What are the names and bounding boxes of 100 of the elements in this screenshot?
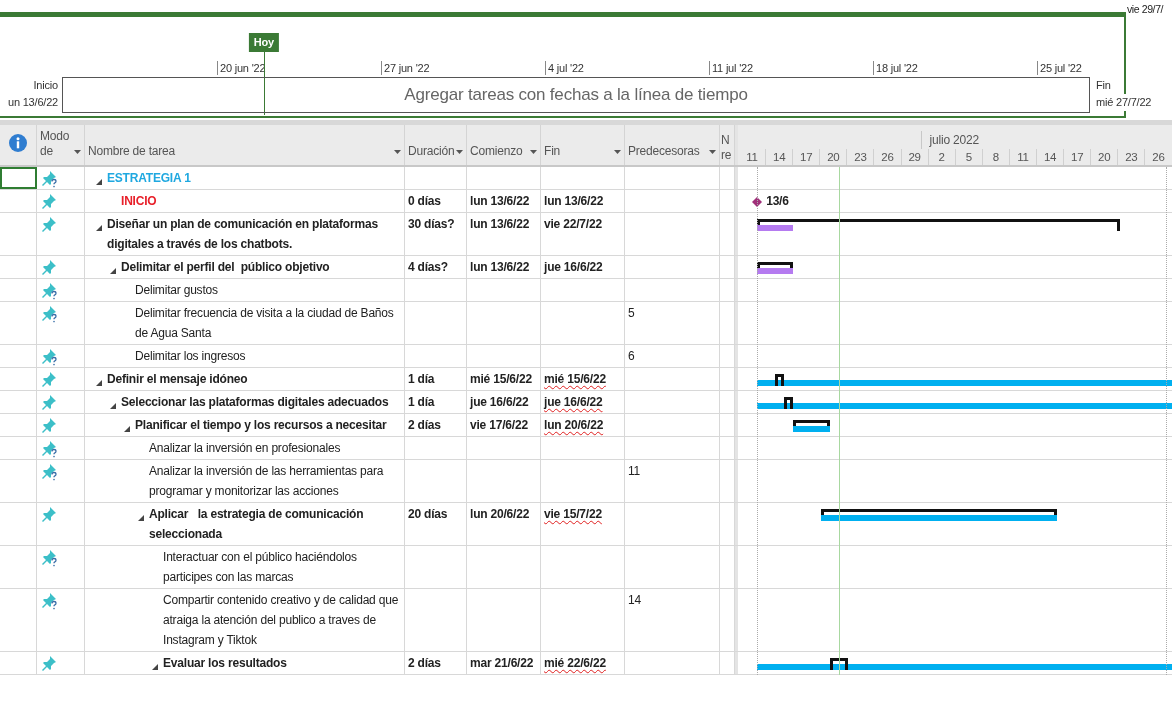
timeline-end-date: vie 29/7/: [1126, 2, 1164, 16]
start-date: mié 15/6/22: [470, 372, 532, 386]
dropdown-arrow-icon[interactable]: [456, 150, 463, 154]
finish-date: vie 22/7/22: [544, 217, 602, 231]
start-label: Inicio: [32, 78, 58, 93]
duration-value: 1 día: [408, 395, 435, 409]
task-name: INICIO: [121, 193, 157, 210]
collapse-triangle-icon[interactable]: [152, 664, 158, 671]
duration-value: 4 días?: [408, 260, 448, 274]
timescale-label: 4 jul '22: [545, 61, 584, 75]
info-icon: [9, 133, 27, 152]
task-name: Delimitar frecuencia de visita a la ciudad de Baños de Agua Santa: [135, 305, 395, 342]
task-name: Analizar la inversión de las herramientas para programar y monitorizar las acciones: [149, 463, 385, 500]
pane-splitter[interactable]: [735, 190, 738, 212]
month-label: julio 2022: [920, 131, 979, 149]
dropdown-arrow-icon[interactable]: [530, 150, 537, 154]
timeline-bar[interactable]: Agregar tareas con fechas a la línea de tiempo: [62, 77, 1090, 113]
pane-splitter[interactable]: [735, 391, 738, 413]
start-date: lun 13/6/22: [470, 217, 530, 231]
today-line: [263, 50, 265, 115]
day-label: 11: [1009, 149, 1038, 165]
dropdown-arrow-icon[interactable]: [709, 150, 716, 154]
task-name: Interactuar con el público haciéndolos participes con las marcas: [163, 549, 358, 586]
day-label: 23: [1118, 149, 1146, 165]
start-date: vie 17/6/22: [470, 418, 528, 432]
pane-splitter[interactable]: [735, 437, 738, 459]
pane-splitter[interactable]: [735, 279, 738, 301]
pane-splitter[interactable]: [735, 652, 738, 674]
finish-date: mié 27/7/22: [1096, 94, 1152, 111]
pane-splitter[interactable]: [735, 213, 738, 255]
dropdown-arrow-icon[interactable]: [614, 150, 621, 154]
column-header[interactable]: N re: [721, 133, 733, 163]
pane-splitter[interactable]: [735, 503, 738, 545]
task-name: Analizar la inversión en profesionales: [149, 440, 341, 457]
duration-value: 20 días: [408, 507, 448, 521]
milestone-date: 13/6: [766, 193, 789, 210]
start-date: lun 20/6/22: [470, 507, 530, 521]
predecessor-value: 14: [628, 593, 641, 607]
collapse-triangle-icon[interactable]: [96, 179, 102, 186]
today-marker: Hoy: [248, 33, 279, 52]
pane-splitter[interactable]: [735, 546, 738, 588]
task-name: Evaluar los resultados: [163, 655, 287, 672]
column-header[interactable]: Comienzo: [470, 144, 523, 159]
collapse-triangle-icon[interactable]: [96, 225, 102, 232]
task-name: Diseñar un plan de comunicación en plataformas digitales a través de los chatbots.: [107, 216, 379, 253]
pane-splitter[interactable]: [735, 368, 738, 390]
timeline-placeholder: Agregar tareas con fechas a la línea de tiempo: [404, 84, 748, 107]
pane-splitter[interactable]: [735, 414, 738, 436]
day-label: 5: [955, 149, 983, 165]
collapse-triangle-icon[interactable]: [96, 380, 102, 387]
day-label: 17: [1064, 149, 1092, 165]
summary-bar: [784, 397, 794, 409]
day-label: 23: [847, 149, 875, 165]
timescale-label: 27 jun '22: [381, 61, 430, 75]
predecessor-value: 6: [628, 349, 635, 363]
duration-value: 1 día: [408, 372, 435, 386]
dropdown-arrow-icon[interactable]: [74, 150, 81, 154]
finish-date: lun 20/6/22: [544, 418, 604, 432]
pane-splitter[interactable]: [735, 167, 738, 189]
pane-splitter[interactable]: [735, 589, 738, 651]
timescale-label: 25 jul '22: [1037, 61, 1082, 75]
task-name: Delimitar gustos: [135, 282, 218, 299]
column-header[interactable]: Fin: [544, 144, 561, 159]
dropdown-arrow-icon[interactable]: [394, 150, 401, 154]
timescale-label: 18 jul '22: [873, 61, 918, 75]
finish-date: mié 15/6/22: [544, 372, 606, 386]
day-label: 11: [739, 149, 767, 165]
task-name: Planificar el tiempo y los recursos a necesitar: [135, 417, 387, 434]
column-header[interactable]: Duración: [408, 144, 455, 159]
task-name: Aplicar la estrategia de comunicación seleccionada: [149, 506, 365, 543]
predecessor-value: 11: [628, 464, 641, 478]
predecessor-value: 5: [628, 306, 635, 320]
day-label: 14: [766, 149, 794, 165]
collapse-triangle-icon[interactable]: [124, 426, 130, 433]
column-header[interactable]: Nombre de tarea: [88, 144, 176, 159]
column-header[interactable]: Predecesoras: [628, 144, 700, 159]
summary-bar: [775, 374, 785, 386]
pane-splitter[interactable]: [735, 302, 738, 344]
start-date: jue 16/6/22: [470, 395, 529, 409]
day-label: 26: [874, 149, 902, 165]
pane-splitter[interactable]: [735, 460, 738, 502]
row-indicator-cell[interactable]: [0, 167, 37, 189]
column-header[interactable]: Modo de: [40, 129, 74, 159]
task-name: Compartir contenido creativo y de calidad que atraiga la atención del publico a traves de Instagram y Tiktok: [163, 592, 400, 649]
finish-date: jue 16/6/22: [544, 395, 603, 409]
day-label: 8: [982, 149, 1010, 165]
collapse-triangle-icon[interactable]: [110, 268, 116, 275]
pane-splitter[interactable]: [735, 256, 738, 278]
duration-value: 30 días?: [408, 217, 455, 231]
duration-value: 2 días: [408, 418, 441, 432]
collapse-triangle-icon[interactable]: [138, 515, 144, 522]
task-name: Delimitar los ingresos: [135, 348, 246, 365]
pane-splitter[interactable]: [735, 345, 738, 367]
day-label: 17: [793, 149, 821, 165]
day-label: 14: [1037, 149, 1065, 165]
duration-value: 2 días: [408, 656, 441, 670]
task-name: Definir el mensaje idóneo: [107, 371, 248, 388]
day-label: 26: [1145, 149, 1172, 165]
collapse-triangle-icon[interactable]: [110, 403, 116, 410]
task-name: Seleccionar las plataformas digitales adecuados: [121, 394, 389, 411]
